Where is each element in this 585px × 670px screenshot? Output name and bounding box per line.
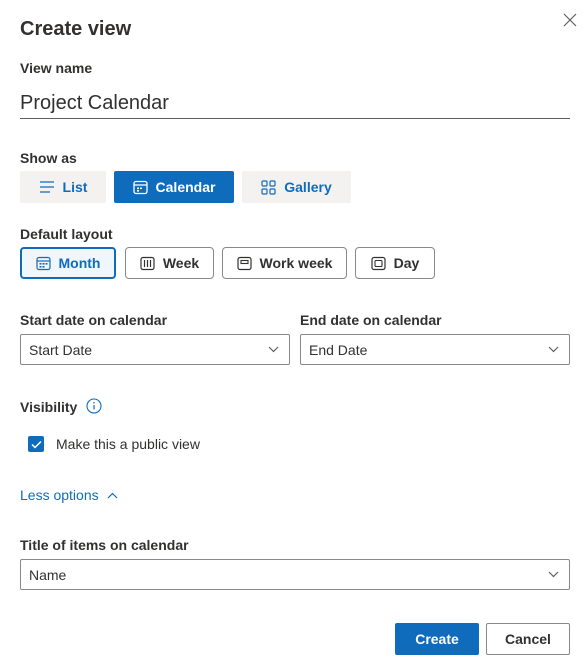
end-date-label: End date on calendar	[300, 312, 442, 328]
start-date-label: Start date on calendar	[20, 312, 168, 328]
close-icon	[562, 12, 578, 28]
show-as-label: Show as	[20, 150, 77, 166]
public-view-label[interactable]: Make this a public view	[56, 436, 200, 452]
calendar-work-week-icon	[236, 256, 252, 271]
start-date-value: Start Date	[29, 341, 93, 358]
layout-day-label: Day	[393, 255, 420, 271]
show-as-calendar-label: Calendar	[155, 179, 216, 195]
view-name-input[interactable]	[20, 88, 570, 119]
view-name-label: View name	[20, 60, 93, 76]
layout-work-week-button[interactable]: Work week	[222, 247, 347, 279]
less-options-label: Less options	[20, 487, 99, 503]
start-date-dropdown[interactable]: Start Date	[20, 334, 290, 365]
calendar-month-icon	[35, 256, 51, 271]
layout-week-label: Week	[162, 255, 200, 271]
create-button[interactable]: Create	[395, 623, 479, 655]
checkmark-icon	[30, 440, 42, 449]
show-as-list-label: List	[62, 179, 88, 195]
layout-month-label: Month	[58, 255, 101, 271]
show-as-gallery-label: Gallery	[284, 179, 332, 195]
item-title-value: Name	[29, 566, 67, 583]
layout-week-button[interactable]: Week	[125, 247, 214, 279]
end-date-dropdown[interactable]: End Date	[300, 334, 570, 365]
close-button[interactable]	[558, 8, 582, 32]
chevron-up-icon	[107, 492, 118, 499]
show-as-list-button[interactable]: List	[20, 171, 106, 203]
item-title-dropdown[interactable]: Name	[20, 559, 570, 590]
calendar-icon	[132, 180, 148, 195]
info-icon[interactable]	[86, 398, 102, 414]
calendar-week-icon	[140, 256, 155, 271]
list-icon	[39, 180, 55, 194]
calendar-day-icon	[371, 256, 386, 271]
show-as-gallery-button[interactable]: Gallery	[242, 171, 351, 203]
item-title-label: Title of items on calendar	[20, 537, 189, 553]
layout-day-button[interactable]: Day	[355, 247, 435, 279]
layout-month-button[interactable]: Month	[20, 247, 116, 279]
dialog-title: Create view	[20, 18, 132, 40]
visibility-label: Visibility	[20, 399, 78, 415]
public-view-checkbox[interactable]	[28, 436, 44, 452]
create-view-dialog: Create view View name Show as List Calen…	[0, 0, 585, 670]
chevron-down-icon	[548, 346, 559, 353]
less-options-toggle[interactable]: Less options	[20, 487, 118, 503]
end-date-value: End Date	[309, 341, 368, 358]
chevron-down-icon	[268, 346, 279, 353]
default-layout-label: Default layout	[20, 226, 113, 242]
cancel-button[interactable]: Cancel	[486, 623, 570, 655]
layout-work-week-label: Work week	[259, 255, 333, 271]
show-as-calendar-button[interactable]: Calendar	[114, 171, 234, 203]
grid-icon	[261, 179, 276, 195]
chevron-down-icon	[548, 571, 559, 578]
